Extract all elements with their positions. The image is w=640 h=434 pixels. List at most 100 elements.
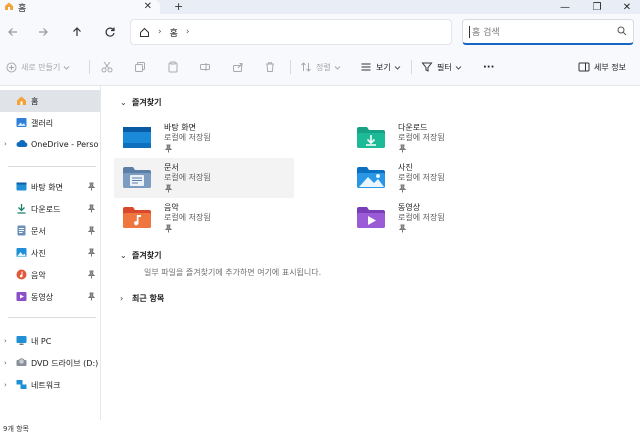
folder-tile-music[interactable]: 음악 로컬에 저장됨 bbox=[114, 198, 294, 238]
chevron-down-icon: ⌄ bbox=[120, 251, 127, 260]
sort-button[interactable]: 정렬 bbox=[300, 59, 341, 75]
more-options-button[interactable]: ··· bbox=[483, 59, 494, 75]
status-bar: 9개 항목 bbox=[0, 420, 640, 434]
search-placeholder: 홈 검색 bbox=[472, 28, 500, 38]
chevron-right-icon[interactable]: › bbox=[4, 337, 7, 345]
address-bar[interactable]: › 홈 › bbox=[130, 19, 452, 45]
sidebar-item-label: 네트워크 bbox=[31, 380, 61, 390]
item-count: 9개 항목 bbox=[3, 425, 29, 433]
chevron-down-icon bbox=[334, 65, 341, 70]
folder-tile-downloads[interactable]: 다운로드 로컬에 저장됨 bbox=[348, 118, 528, 158]
clipboard-icon bbox=[168, 61, 178, 73]
filter-button[interactable]: 필터 bbox=[421, 59, 462, 75]
sidebar-divider bbox=[8, 166, 96, 167]
folder-tile-pictures[interactable]: 사진 로컬에 저장됨 bbox=[348, 158, 528, 198]
arrow-left-icon bbox=[8, 28, 17, 36]
refresh-button[interactable] bbox=[101, 23, 119, 41]
details-button[interactable]: 세부 정보 bbox=[578, 59, 626, 75]
sidebar-item-pictures[interactable]: 사진 bbox=[0, 242, 100, 264]
pin-icon bbox=[164, 184, 173, 196]
sidebar-item-onedrive[interactable]: › OneDrive - Persona bbox=[0, 133, 100, 155]
sidebar-item-documents[interactable]: 문서 bbox=[0, 220, 100, 242]
section-recent[interactable]: › 최근 항목 bbox=[120, 293, 164, 304]
copy-button[interactable] bbox=[134, 59, 146, 75]
tile-status: 로컬에 저장됨 bbox=[164, 213, 211, 222]
rename-button[interactable] bbox=[199, 59, 211, 75]
cut-button[interactable] bbox=[101, 59, 113, 75]
chevron-down-icon bbox=[63, 65, 70, 70]
pin-icon bbox=[87, 292, 96, 303]
filter-label: 필터 bbox=[437, 62, 452, 72]
new-label: 새로 만들기 bbox=[21, 62, 61, 72]
sort-label: 정렬 bbox=[316, 62, 331, 72]
tab-home[interactable]: 홈 ✕ bbox=[0, 0, 160, 14]
folder-tile-videos[interactable]: 동영상 로컬에 저장됨 bbox=[348, 198, 528, 238]
section-favorites[interactable]: ⌄ 즐겨찾기 bbox=[120, 97, 161, 108]
pin-icon bbox=[398, 184, 407, 196]
section-title: 최근 항목 bbox=[132, 294, 165, 303]
maximize-button[interactable]: ❐ bbox=[582, 0, 612, 14]
delete-button[interactable] bbox=[264, 59, 276, 75]
search-icon bbox=[617, 26, 627, 36]
sidebar-item-dvd[interactable]: › DVD 드라이브 (D:) bbox=[0, 352, 100, 374]
paste-button[interactable] bbox=[167, 59, 179, 75]
sidebar-item-music[interactable]: 음악 bbox=[0, 264, 100, 286]
sidebar-item-this-pc[interactable]: › 내 PC bbox=[0, 330, 100, 352]
divider bbox=[89, 60, 90, 74]
new-button[interactable]: 새로 만들기 bbox=[6, 59, 70, 75]
sidebar-item-label: 홈 bbox=[31, 96, 39, 106]
sidebar-item-label: 갤러리 bbox=[31, 118, 54, 128]
sidebar-item-gallery[interactable]: 갤러리 bbox=[0, 112, 100, 134]
folder-tile-documents[interactable]: 문서 로컬에 저장됨 bbox=[114, 158, 294, 198]
arrow-up-icon bbox=[73, 27, 81, 36]
tab-close-button[interactable]: ✕ bbox=[144, 0, 152, 14]
pin-icon bbox=[398, 224, 407, 236]
documents-folder-icon bbox=[122, 164, 152, 193]
section-title: 즐겨찾기 bbox=[132, 251, 162, 260]
chevron-down-icon bbox=[455, 65, 462, 70]
folder-tile-desktop[interactable]: 바탕 화면 로컬에 저장됨 bbox=[114, 118, 294, 158]
chevron-right-icon[interactable]: › bbox=[4, 381, 7, 389]
plus-circle-icon bbox=[6, 62, 17, 72]
pin-icon bbox=[398, 144, 407, 156]
section-title: 즐겨찾기 bbox=[132, 98, 162, 107]
chevron-right-icon[interactable]: › bbox=[4, 140, 7, 148]
tile-status: 로컬에 저장됨 bbox=[164, 173, 211, 182]
forward-button[interactable] bbox=[34, 23, 52, 41]
breadcrumb-separator: › bbox=[158, 27, 162, 37]
sidebar-item-desktop[interactable]: 바탕 화면 bbox=[0, 176, 100, 198]
cloud-icon bbox=[16, 138, 28, 151]
sort-icon bbox=[301, 62, 311, 72]
desktop-folder-icon bbox=[16, 181, 27, 194]
search-input[interactable]: 홈 검색 bbox=[462, 19, 634, 45]
command-bar: 새로 만들기 정렬 보기 필터 ··· 세부 정보 bbox=[0, 48, 640, 86]
music-folder-icon bbox=[122, 204, 152, 233]
share-button[interactable] bbox=[232, 59, 244, 75]
download-folder-icon bbox=[356, 124, 386, 153]
pictures-icon bbox=[16, 247, 27, 260]
sidebar-item-home[interactable]: 홈 bbox=[0, 90, 100, 112]
new-tab-button[interactable]: + bbox=[174, 0, 183, 13]
tile-status: 로컬에 저장됨 bbox=[398, 173, 445, 182]
network-icon bbox=[16, 379, 27, 392]
back-button[interactable] bbox=[4, 23, 22, 41]
arrow-right-icon bbox=[39, 28, 48, 36]
navigation-pane: 홈 갤러리 › OneDrive - Persona 바탕 화면 다운로드 문서… bbox=[0, 86, 101, 420]
home-icon bbox=[16, 95, 27, 108]
minimize-button[interactable]: — bbox=[550, 0, 580, 14]
sidebar-item-downloads[interactable]: 다운로드 bbox=[0, 198, 100, 220]
pictures-folder-icon bbox=[356, 164, 386, 193]
tile-status: 로컬에 저장됨 bbox=[164, 133, 211, 142]
chevron-right-icon[interactable]: › bbox=[4, 359, 7, 367]
sidebar-item-network[interactable]: › 네트워크 bbox=[0, 374, 100, 396]
section-favorites-files[interactable]: ⌄ 즐겨찾기 bbox=[120, 250, 161, 261]
up-button[interactable] bbox=[68, 23, 86, 41]
breadcrumb-separator[interactable]: › bbox=[186, 27, 190, 37]
rename-icon bbox=[200, 63, 210, 71]
navigation-bar: › 홈 › 홈 검색 bbox=[0, 14, 640, 48]
view-button[interactable]: 보기 bbox=[360, 59, 401, 75]
sidebar-item-label: 내 PC bbox=[31, 336, 52, 346]
close-window-button[interactable]: ✕ bbox=[612, 0, 640, 14]
breadcrumb-home[interactable]: 홈 bbox=[170, 26, 178, 39]
sidebar-item-videos[interactable]: 동영상 bbox=[0, 286, 100, 308]
